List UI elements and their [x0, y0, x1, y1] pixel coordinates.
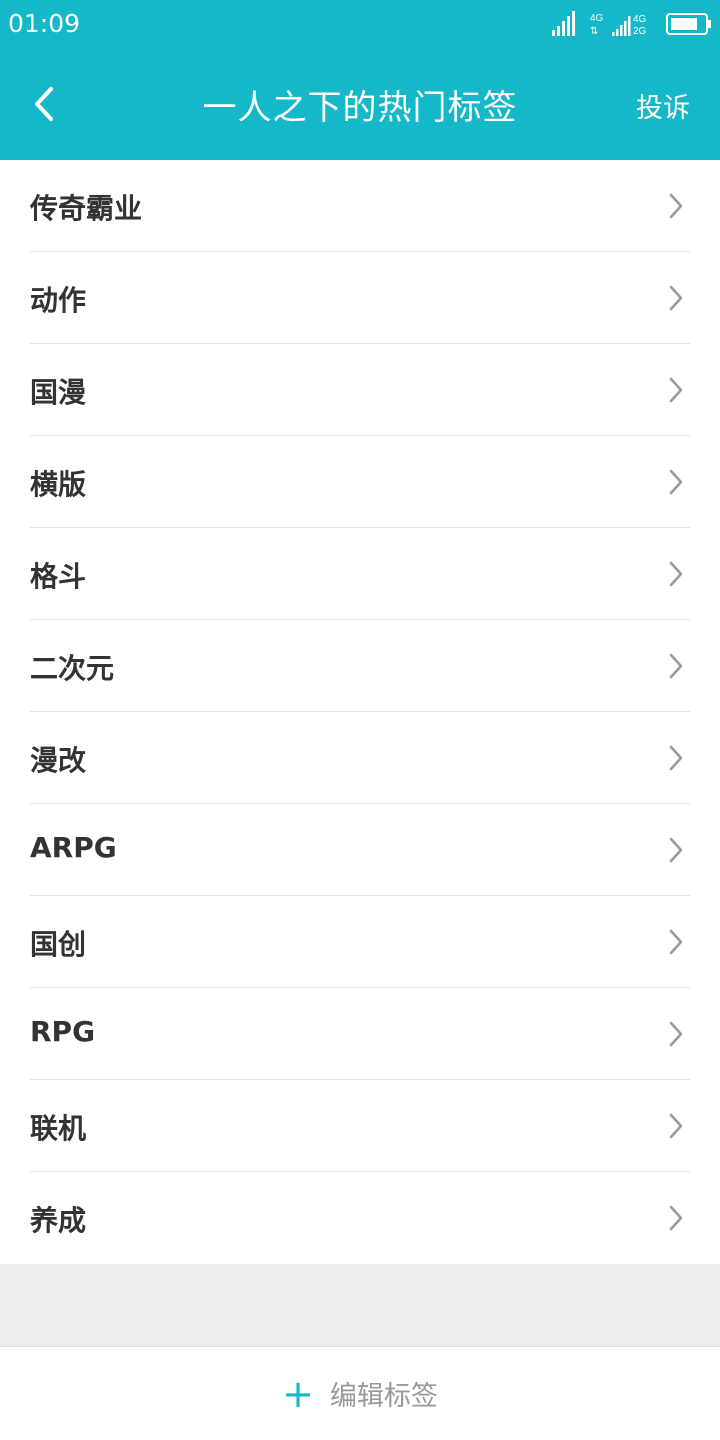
list-item[interactable]: 国漫: [30, 344, 690, 436]
list-item[interactable]: 养成: [30, 1172, 690, 1264]
tag-label: 格斗: [30, 560, 87, 593]
chevron-right-icon: [669, 1113, 683, 1139]
chevron-right-icon: [669, 745, 683, 771]
tag-label: 动作: [30, 284, 87, 317]
tag-list: 传奇霸业 动作 国漫 横版 格斗 二次元 漫改 ARPG 国创 RPG 联机 养…: [0, 160, 720, 1264]
tag-label: 传奇霸业: [30, 192, 143, 225]
list-item[interactable]: 联机: [30, 1080, 690, 1172]
chevron-right-icon: [669, 653, 683, 679]
chevron-right-icon: [669, 929, 683, 955]
list-item[interactable]: 横版: [30, 436, 690, 528]
signal-icon-2: [612, 16, 631, 36]
complain-button[interactable]: 投诉: [636, 86, 690, 125]
back-button[interactable]: [14, 74, 74, 134]
tag-label: RPG: [30, 1015, 96, 1048]
page-title: 一人之下的热门标签: [202, 88, 518, 128]
list-item[interactable]: 动作: [30, 252, 690, 344]
chevron-right-icon: [669, 285, 683, 311]
svg-text:⇅: ⇅: [590, 26, 598, 37]
tag-label: 联机: [30, 1112, 87, 1145]
list-item[interactable]: 传奇霸业: [30, 160, 690, 252]
status-icons: 4G ⇅ 4G 2G: [552, 11, 711, 37]
network-type-2: 4G: [633, 14, 647, 25]
chevron-right-icon: [669, 561, 683, 587]
app-header: 01:09 4G ⇅ 4G 2G 一人之下的热门标签 投诉: [0, 0, 720, 160]
signal-icon: [552, 11, 575, 36]
edit-tags-button[interactable]: + 编辑标签: [282, 1374, 438, 1413]
edit-tags-label: 编辑标签: [329, 1381, 438, 1412]
list-item[interactable]: RPG: [30, 988, 690, 1080]
chevron-right-icon: [669, 193, 683, 219]
tag-label: 横版: [30, 468, 87, 501]
chevron-left-icon: [35, 87, 53, 121]
footer-bar: + 编辑标签: [0, 1346, 720, 1440]
title-bar: 一人之下的热门标签 投诉: [0, 58, 720, 152]
status-bar: 01:09 4G ⇅ 4G 2G: [0, 0, 720, 50]
chevron-right-icon: [669, 377, 683, 403]
tag-label: 国漫: [30, 376, 87, 409]
battery-icon: [666, 13, 711, 35]
plus-icon: +: [282, 1371, 314, 1416]
tag-label: 国创: [30, 928, 87, 961]
chevron-right-icon: [669, 469, 683, 495]
chevron-right-icon: [669, 1021, 683, 1047]
tag-label: ARPG: [30, 831, 117, 864]
chevron-right-icon: [669, 837, 683, 863]
network-type-1: 4G: [590, 13, 604, 24]
list-item[interactable]: 漫改: [30, 712, 690, 804]
status-time: 01:09: [8, 9, 81, 38]
list-item[interactable]: 国创: [30, 896, 690, 988]
list-item[interactable]: 二次元: [30, 620, 690, 712]
tag-label: 二次元: [30, 652, 115, 685]
list-item[interactable]: 格斗: [30, 528, 690, 620]
chevron-right-icon: [669, 1205, 683, 1231]
tag-label: 漫改: [30, 744, 87, 777]
network-type-3: 2G: [633, 26, 647, 37]
tag-label: 养成: [30, 1204, 87, 1237]
list-item[interactable]: ARPG: [30, 804, 690, 896]
